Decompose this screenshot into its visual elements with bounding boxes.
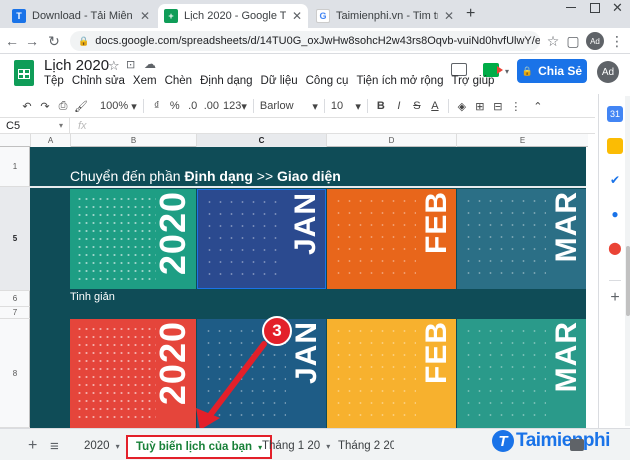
sheet-tabs-bar: + ≡ 2020 ▾ Tuỳ biến lịch của bạn ▾ Tháng 1… bbox=[0, 428, 630, 460]
watermark-text: Taimienphi bbox=[516, 430, 610, 451]
divider bbox=[609, 280, 621, 281]
sheet-tab-label: Tháng 1 20 bbox=[262, 440, 321, 452]
scrollbar-thumb[interactable] bbox=[626, 246, 630, 316]
taimienphi-logo-icon: T bbox=[492, 430, 514, 452]
side-panel: 31 ✔ ● ⬤ + bbox=[598, 94, 630, 428]
add-sheet-button[interactable]: + bbox=[28, 435, 37, 457]
explore-icon[interactable] bbox=[570, 439, 584, 451]
sheet-tab-2020[interactable]: 2020 ▾ bbox=[84, 435, 120, 457]
contacts-icon[interactable]: ● bbox=[607, 206, 623, 222]
calendar-icon[interactable]: 31 bbox=[607, 106, 623, 122]
sheet-tab-label: 2020 bbox=[84, 440, 110, 452]
vertical-scrollbar[interactable] bbox=[625, 96, 630, 426]
sheet-tab-label: Tuỳ biến lịch của bạn bbox=[136, 441, 253, 453]
sheet-tab-label: Tháng 2 20 bbox=[338, 440, 394, 452]
tasks-icon[interactable]: ✔ bbox=[607, 172, 623, 188]
watermark-logo: T Taimienphi bbox=[492, 423, 610, 459]
all-sheets-button[interactable]: ≡ bbox=[50, 435, 59, 457]
add-addon-icon[interactable]: + bbox=[607, 289, 623, 306]
keep-icon[interactable] bbox=[607, 138, 623, 154]
chevron-down-icon: ▾ bbox=[115, 441, 120, 451]
annotation-arrow-icon bbox=[196, 341, 267, 430]
chevron-down-icon: ▾ bbox=[326, 441, 331, 451]
sheet-tab-month-2[interactable]: Tháng 2 20 bbox=[338, 435, 394, 457]
sheet-tab-customize[interactable]: Tuỳ biến lịch của bạn ▾ bbox=[126, 435, 273, 459]
maps-icon[interactable]: ⬤ bbox=[607, 240, 623, 256]
sheet-tab-month-1[interactable]: Tháng 1 20 ▾ bbox=[262, 435, 330, 457]
